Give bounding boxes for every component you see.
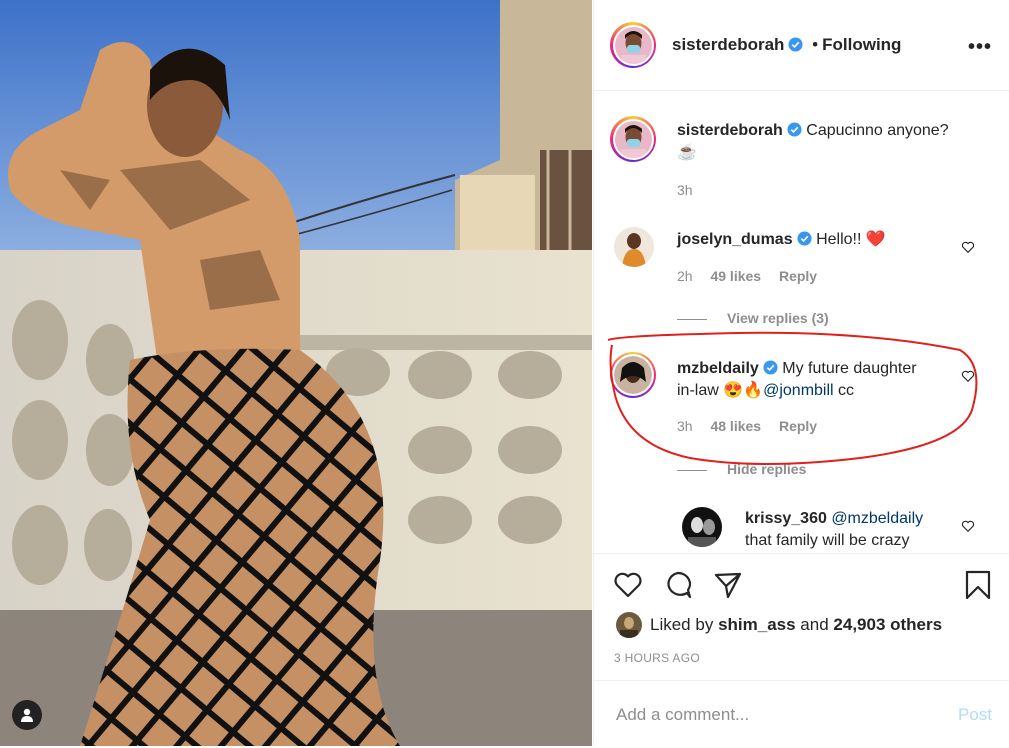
comment-emoji: 😍🔥 — [723, 382, 764, 399]
comment-tail: cc — [838, 382, 855, 399]
bookmark-icon[interactable] — [962, 569, 994, 601]
reply-button[interactable]: Reply — [779, 268, 817, 284]
hide-replies-button[interactable]: Hide replies — [677, 461, 806, 477]
comment-avatar[interactable] — [610, 352, 656, 398]
liked-by-user[interactable]: shim_ass — [718, 615, 796, 634]
comment-likes[interactable]: 49 likes — [710, 268, 761, 284]
add-comment-bar: Post — [594, 680, 1009, 748]
likes-summary: Liked by shim_ass and 24,903 others — [650, 615, 942, 635]
liked-by-prefix: Liked by — [650, 615, 714, 634]
comment-text: joselyn_dumas Hello!! ❤️ — [677, 229, 967, 251]
comment-username[interactable]: mzbeldaily — [677, 360, 759, 377]
comment-meta: 3h 48 likes Reply — [677, 418, 831, 434]
comment-body: My future daughter — [782, 360, 917, 377]
reply-username[interactable]: krissy_360 — [745, 510, 827, 527]
verified-icon — [787, 122, 802, 137]
following-button[interactable]: Following — [822, 35, 901, 54]
comment-text: mzbeldaily My future daughter in-law 😍🔥@… — [677, 358, 957, 402]
comment-input[interactable] — [614, 702, 918, 728]
like-comment-icon[interactable] — [961, 519, 975, 533]
post-actions: Liked by shim_ass and 24,903 others 3 HO… — [594, 553, 1009, 747]
share-icon[interactable] — [712, 569, 744, 601]
comments-list[interactable]: sisterdeborah Capucinno anyone? ☕ 3h jos… — [594, 91, 1009, 553]
comment-body-cont: in-law — [677, 382, 719, 399]
author-username[interactable]: sisterdeborah — [672, 35, 784, 54]
caption-time[interactable]: 3h — [677, 182, 693, 198]
comment-avatar[interactable] — [614, 227, 654, 267]
caption-body: Capucinno anyone? — [806, 122, 949, 139]
comment-body: Hello!! — [816, 231, 862, 248]
view-replies-button[interactable]: View replies (3) — [677, 310, 829, 326]
more-options-button[interactable]: ••• — [968, 36, 992, 59]
caption-username[interactable]: sisterdeborah — [677, 122, 783, 139]
author-follow-line: sisterdeborah • Following — [672, 35, 901, 55]
liked-by-avatar[interactable] — [616, 612, 642, 638]
author-avatar[interactable] — [610, 22, 656, 68]
reply-button[interactable]: Reply — [779, 418, 817, 434]
verified-icon — [797, 231, 812, 246]
post-sidebar: sisterdeborah • Following ••• sisterdebo… — [593, 0, 1009, 746]
caption-meta: 3h — [677, 182, 707, 198]
caption-avatar[interactable] — [610, 116, 656, 162]
comment-mention[interactable]: @jonmbill — [763, 382, 833, 399]
comment-time[interactable]: 2h — [677, 268, 693, 284]
verified-icon — [763, 360, 778, 375]
liked-by-middle: and — [800, 615, 829, 634]
like-comment-icon[interactable] — [961, 369, 975, 383]
heart-icon[interactable] — [612, 569, 644, 601]
comment-likes[interactable]: 48 likes — [710, 418, 761, 434]
comment-emoji: ❤️ — [865, 231, 886, 248]
reply-avatar[interactable] — [682, 507, 722, 547]
user-tag-icon — [21, 708, 33, 722]
separator-dot: • — [812, 35, 819, 54]
post-comment-button[interactable]: Post — [958, 705, 992, 725]
reply-text: krissy_360 @mzbeldaily that family will … — [745, 508, 965, 552]
post-timestamp[interactable]: 3 HOURS AGO — [614, 651, 700, 665]
reply-mention[interactable]: @mzbeldaily — [831, 510, 923, 527]
post-photo-image — [0, 0, 592, 746]
user-tag-button[interactable] — [12, 700, 42, 730]
comment-icon[interactable] — [662, 569, 694, 601]
liked-by-others[interactable]: 24,903 others — [833, 615, 942, 634]
comment-time[interactable]: 3h — [677, 418, 693, 434]
post-photo[interactable] — [0, 0, 592, 746]
comment-meta: 2h 49 likes Reply — [677, 268, 831, 284]
verified-icon — [788, 37, 803, 52]
like-comment-icon[interactable] — [961, 240, 975, 254]
reply-body: that family will be crazy — [745, 532, 910, 549]
caption-emoji: ☕ — [677, 144, 697, 161]
caption-text: sisterdeborah Capucinno anyone? ☕ — [677, 120, 987, 164]
comment-username[interactable]: joselyn_dumas — [677, 231, 793, 248]
post-header: sisterdeborah • Following ••• — [594, 0, 1009, 91]
